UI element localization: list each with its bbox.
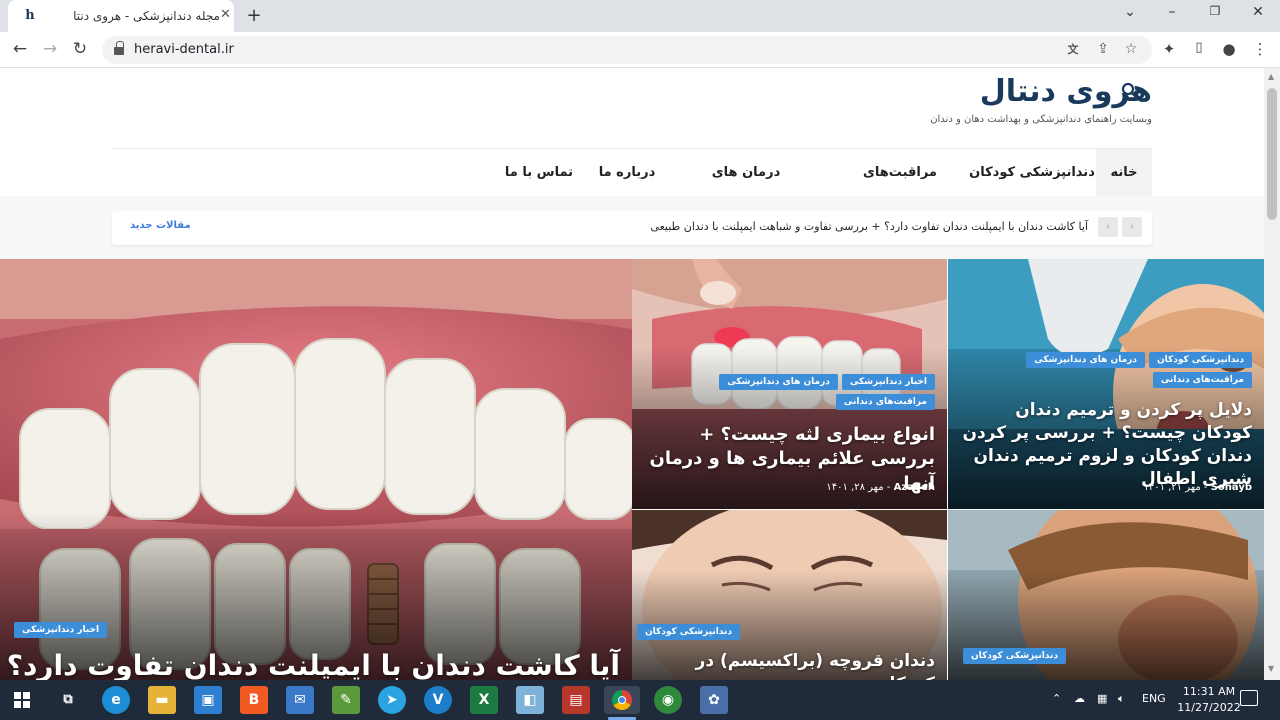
post-meta: Azadeh - مهر ۲۸, ۱۴۰۱ — [826, 482, 935, 493]
browser-tab[interactable]: h مجله دندانپزشکی - هروی دنتال ✕ — [8, 0, 234, 32]
telegram-icon[interactable]: ➤ — [378, 686, 406, 714]
news-ticker: › ‹ آیا کاشت دندان با ایمپلنت دندان تفاو… — [112, 211, 1152, 245]
scroll-down-icon[interactable]: ▼ — [1268, 664, 1274, 673]
browser-menu-icon[interactable]: ⋮ — [1250, 40, 1270, 58]
category-badge[interactable]: اخبار دندانپزشکی — [841, 374, 935, 390]
ticker-label: مقالات جدید — [130, 220, 191, 231]
page-scrollbar[interactable]: ▲ ▼ — [1264, 68, 1280, 680]
reload-icon[interactable]: ↻ — [69, 39, 91, 59]
ticker-headline[interactable]: آیا کاشت دندان با ایمپلنت دندان تفاوت دا… — [650, 220, 1088, 233]
menu-item-kids-dentistry[interactable]: دندانپزشکی کودکان — [968, 149, 1096, 196]
volume-icon[interactable]: 🔈︎ — [1118, 692, 1125, 706]
category-badge[interactable]: دندانپزشکی کودکان — [1148, 352, 1252, 368]
excel-icon[interactable]: X — [470, 686, 498, 714]
category-badge[interactable]: مراقبت‌های دندانی — [835, 394, 935, 410]
clock-date: 11/27/2022 — [1177, 701, 1241, 714]
category-badge[interactable]: اخبار دندانپزشکی — [14, 622, 108, 638]
brave-icon[interactable]: B — [240, 686, 268, 714]
post-title[interactable]: آیا کاشت دندان با ایمپلنت دندان تفاوت دا… — [0, 647, 620, 680]
menu-item-home[interactable]: خانه — [1096, 149, 1152, 196]
vpn-app-icon[interactable]: V — [424, 686, 452, 714]
post-card-gum-disease[interactable]: اخبار دندانپزشکی درمان های دندانپزشکی مر… — [632, 259, 947, 509]
site-description: وبسایت راهنمای دندانپزشکی و بهداشت دهان … — [930, 114, 1152, 125]
paint-app-icon[interactable]: ✿ — [700, 686, 728, 714]
app-icon[interactable]: ◧ — [516, 686, 544, 714]
new-tab-button[interactable]: + — [244, 5, 264, 26]
edge-icon[interactable]: e — [102, 686, 130, 714]
post-author[interactable]: Azadeh — [894, 482, 935, 493]
translate-icon[interactable]: 文 — [1064, 41, 1082, 57]
scroll-up-icon[interactable]: ▲ — [1268, 72, 1274, 81]
post-date: مهر ۲۸, ۱۴۰۱ — [826, 482, 884, 493]
scrollbar-thumb[interactable] — [1267, 88, 1277, 220]
browser-tab-bar: h مجله دندانپزشکی - هروی دنتال ✕ + ⌄ – ❐… — [0, 0, 1280, 32]
restore-icon[interactable]: ❐ — [1203, 4, 1227, 18]
browser-toolbar: ← → ↻ heravi-dental.ir 文 ⇪ ☆ — [0, 32, 1280, 68]
post-title[interactable]: دندان قروچه (براکسیسم) در کودکان — [645, 650, 935, 680]
post-meta: Sohayb - مهر ۲۱, ۱۴۰۱ — [1143, 482, 1252, 493]
windows-taskbar: ⧉ e ▬ ▣ B ✉ ✎ ➤ V X ◧ ▤ ◉ ✿ ⌃ ☁ ▦ 🔈︎ ENG… — [0, 680, 1280, 720]
post-date: مهر ۲۱, ۱۴۰۱ — [1143, 482, 1201, 493]
profile-icon[interactable]: ● — [1219, 40, 1239, 58]
main-menu: خانه دندانپزشکی کودکان مراقبت‌های دندانی… — [112, 148, 1152, 227]
notification-center-icon[interactable] — [1240, 690, 1258, 706]
tab-search-chevron-down-icon[interactable]: ⌄ — [1118, 4, 1142, 20]
post-card-boy[interactable]: دندانپزشکی کودکان — [948, 510, 1264, 680]
category-badge[interactable]: دندانپزشکی کودکان — [636, 624, 740, 640]
menu-item-about[interactable]: درباره ما — [582, 149, 672, 196]
search-icon[interactable] — [1120, 81, 1140, 101]
post-author[interactable]: Sohayb — [1211, 482, 1252, 493]
post-categories: اخبار دندانپزشکی — [14, 622, 108, 638]
chrome-icon[interactable] — [604, 686, 640, 714]
mail-icon[interactable]: ✉ — [286, 686, 314, 714]
input-language[interactable]: ENG — [1142, 692, 1166, 705]
menu-item-contact[interactable]: تماس با ما — [496, 149, 582, 196]
url-text: heravi-dental.ir — [134, 42, 234, 57]
web-page: هروی دنتال وبسایت راهنمای دندانپزشکی و ب… — [0, 68, 1264, 680]
category-badge[interactable]: مراقبت‌های دندانی — [1152, 372, 1252, 388]
clock-time: 11:31 AM — [1182, 685, 1236, 698]
store-icon[interactable]: ▣ — [194, 686, 222, 714]
post-card-kids-filling[interactable]: دندانپزشکی کودکان درمان های دندانپزشکی م… — [948, 259, 1264, 509]
post-categories: اخبار دندانپزشکی درمان های دندانپزشکی مر… — [645, 374, 935, 410]
file-explorer-icon[interactable]: ▬ — [148, 686, 176, 714]
tab-close-icon[interactable]: ✕ — [220, 7, 231, 22]
share-icon[interactable]: ⇪ — [1094, 41, 1112, 57]
category-badge[interactable]: دندانپزشکی کودکان — [962, 648, 1066, 664]
globe-app-icon[interactable]: ◉ — [654, 686, 682, 714]
post-title[interactable]: دلایل پر کردن و ترمیم دندان کودکان چیست؟… — [960, 399, 1252, 491]
post-card-main[interactable]: اخبار دندانپزشکی آیا کاشت دندان با ایمپل… — [0, 259, 632, 680]
notepad-icon[interactable]: ✎ — [332, 686, 360, 714]
ticker-next-icon[interactable]: › — [1122, 217, 1142, 237]
lock-icon[interactable] — [114, 41, 124, 55]
menu-item-dental-care[interactable]: مراقبت‌های دندانی⌵ — [840, 149, 960, 227]
minimize-icon[interactable]: – — [1160, 4, 1184, 20]
winrar-icon[interactable]: ▤ — [562, 686, 590, 714]
address-bar[interactable]: heravi-dental.ir 文 ⇪ ☆ — [102, 36, 1152, 64]
tray-app-icon[interactable]: ☁ — [1074, 692, 1085, 705]
site-favicon-icon: h — [25, 8, 35, 23]
system-clock[interactable]: 11:31 AM 11/27/2022 — [1176, 684, 1242, 716]
close-window-icon[interactable]: ✕ — [1246, 4, 1270, 20]
network-icon[interactable]: ▦ — [1097, 692, 1107, 705]
bookmark-star-icon[interactable]: ☆ — [1122, 41, 1140, 57]
back-icon[interactable]: ← — [9, 39, 31, 59]
ticker-prev-icon[interactable]: ‹ — [1098, 217, 1118, 237]
category-badge[interactable]: درمان های دندانپزشکی — [1026, 352, 1145, 368]
forward-icon[interactable]: → — [39, 39, 61, 59]
post-categories: دندانپزشکی کودکان — [636, 624, 740, 640]
menu-item-treatments[interactable]: درمان های دندانپزشکی — [672, 149, 820, 227]
task-view-icon[interactable]: ⧉ — [54, 686, 82, 714]
extensions-icon[interactable]: ✦ — [1159, 40, 1179, 58]
tab-title: مجله دندانپزشکی - هروی دنتال — [72, 9, 220, 23]
tray-chevron-up-icon[interactable]: ⌃ — [1052, 692, 1061, 705]
post-categories: دندانپزشکی کودکان — [962, 648, 1066, 664]
category-badge[interactable]: درمان های دندانپزشکی — [719, 374, 838, 390]
post-card-bruxism[interactable]: دندانپزشکی کودکان دندان قروچه (براکسیسم)… — [632, 510, 947, 680]
windows-start-icon[interactable] — [14, 692, 30, 708]
post-categories: دندانپزشکی کودکان درمان های دندانپزشکی م… — [962, 352, 1252, 388]
sidebar-icon[interactable]: ▯ — [1189, 40, 1209, 55]
